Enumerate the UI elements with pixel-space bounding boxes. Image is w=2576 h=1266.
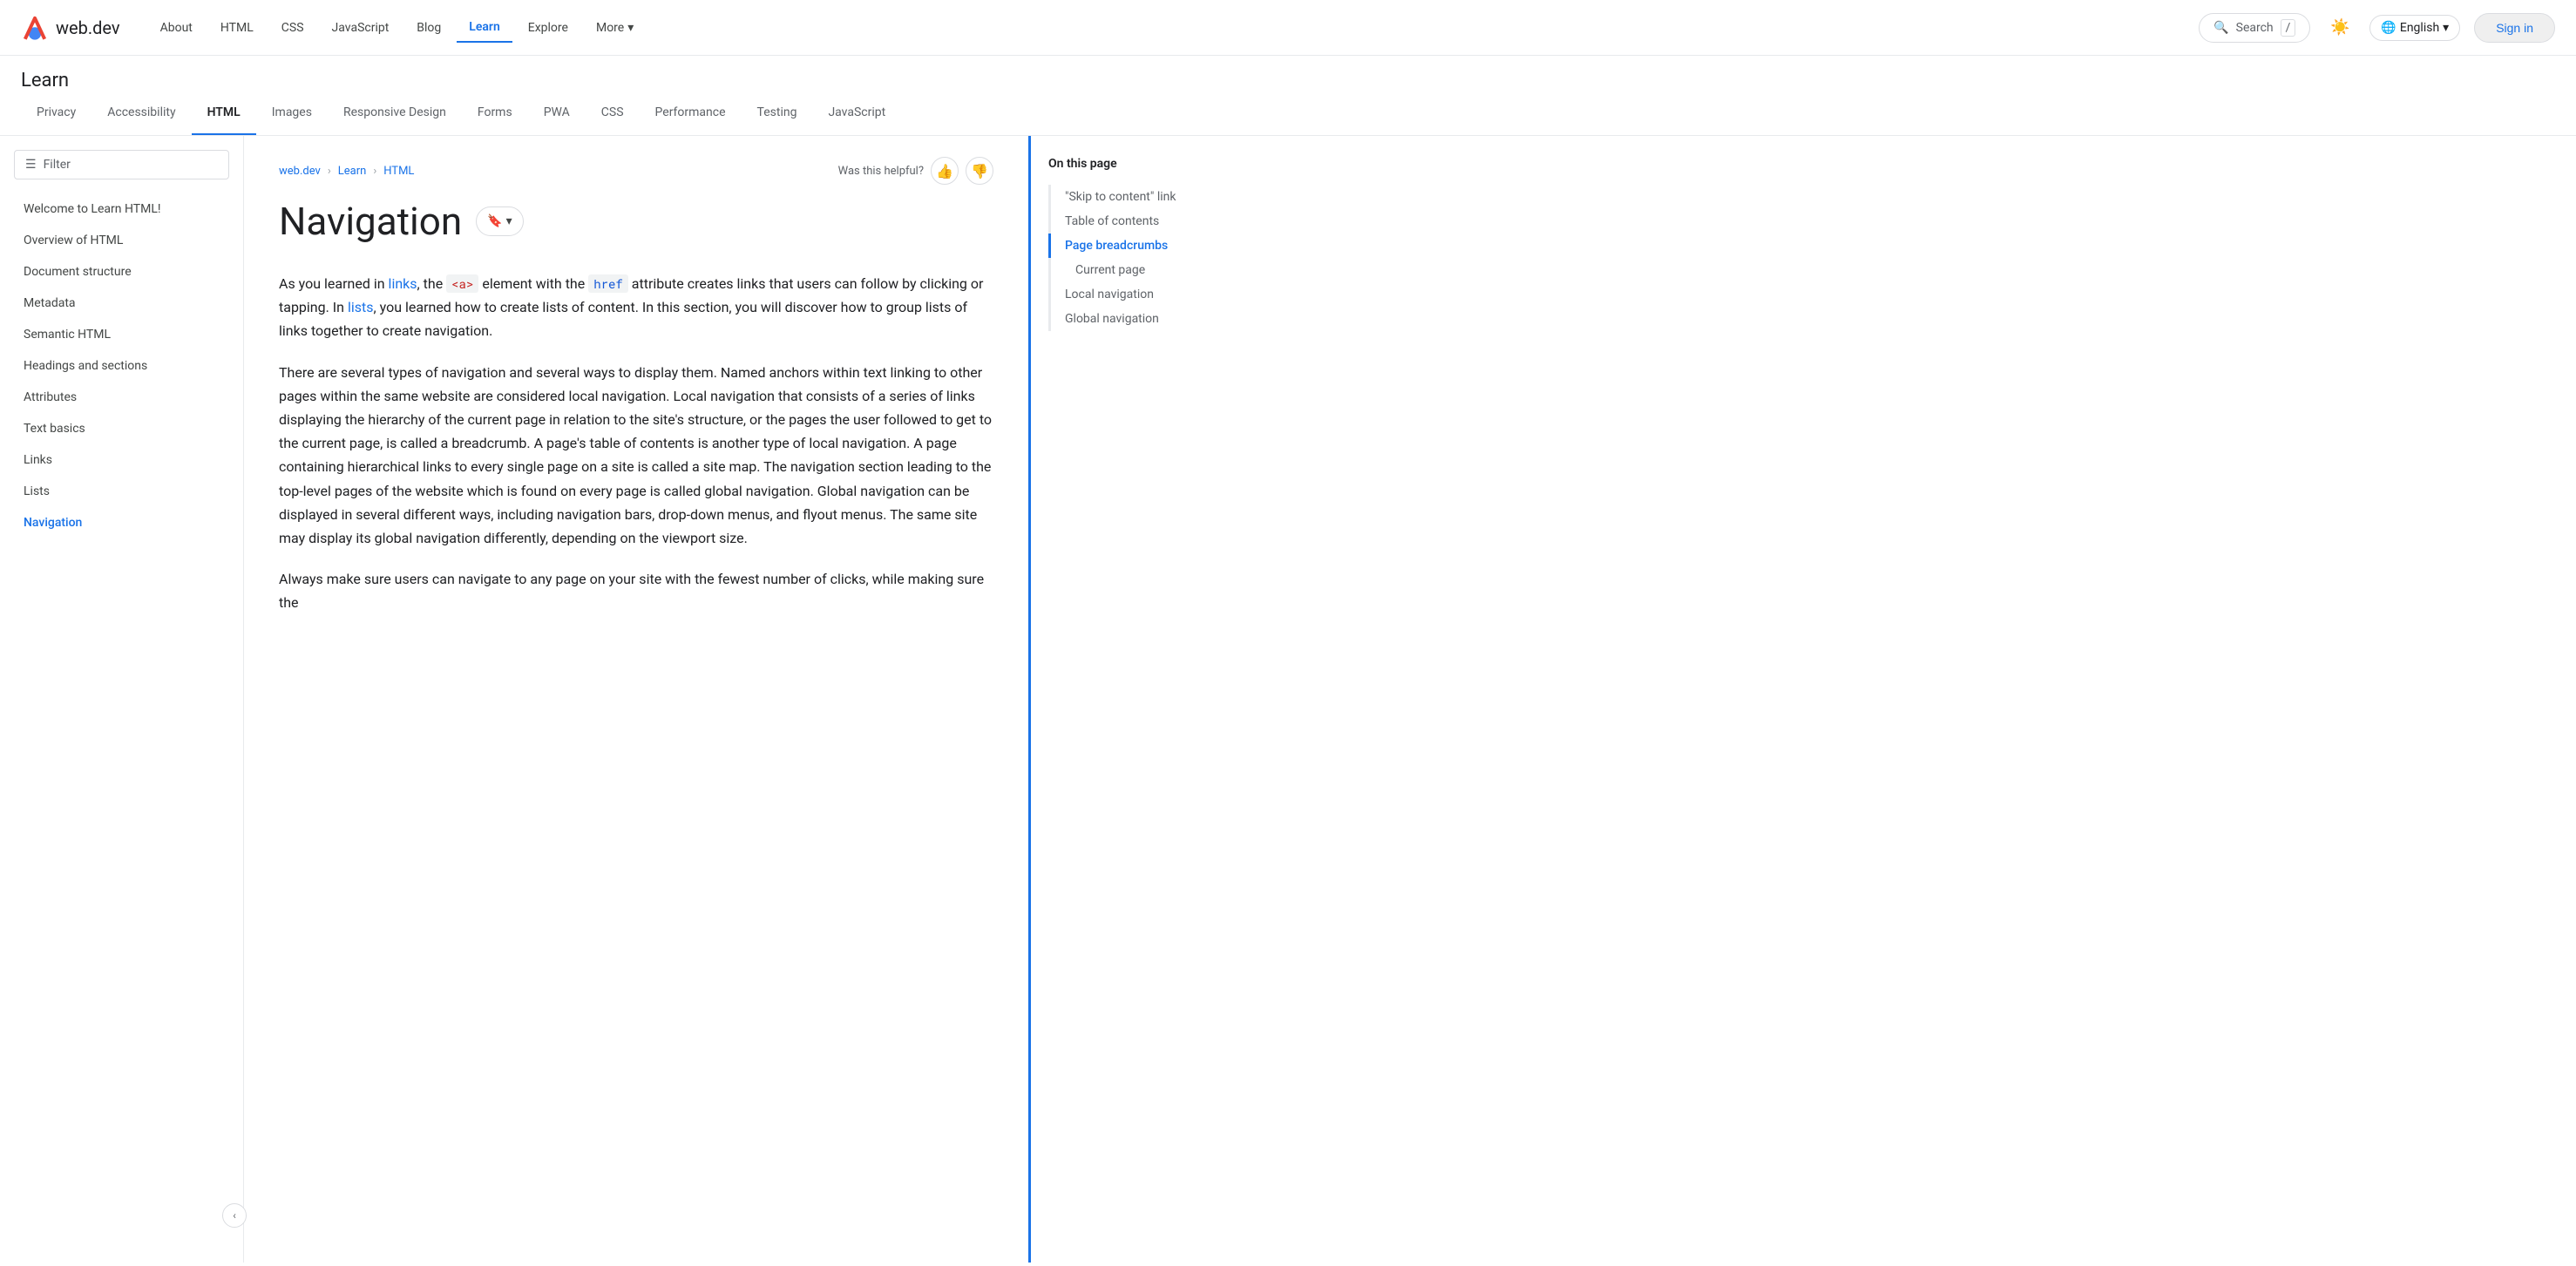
- nav-explore[interactable]: Explore: [516, 14, 580, 42]
- filter-icon: ☰: [25, 158, 37, 172]
- nav-learn[interactable]: Learn: [457, 13, 512, 43]
- search-label: Search: [2236, 21, 2274, 35]
- chevron-down-icon: ▾: [627, 21, 634, 35]
- sidebar-item-headings[interactable]: Headings and sections: [0, 350, 243, 382]
- logo-link[interactable]: web.dev: [21, 14, 120, 42]
- tabs-bar: Privacy Accessibility HTML Images Respon…: [0, 91, 2576, 136]
- language-selector[interactable]: 🌐 English ▾: [2369, 15, 2460, 41]
- tab-accessibility[interactable]: Accessibility: [92, 91, 191, 135]
- learn-header: Learn: [0, 56, 2576, 91]
- top-navigation: web.dev About HTML CSS JavaScript Blog L…: [0, 0, 2576, 56]
- tab-images[interactable]: Images: [256, 91, 328, 135]
- language-label: English: [2400, 21, 2439, 35]
- search-bar[interactable]: 🔍 Search /: [2199, 13, 2310, 43]
- toc-current-page[interactable]: Current page: [1048, 258, 1237, 282]
- toc-skip-to-content[interactable]: "Skip to content" link: [1048, 185, 1237, 209]
- tab-javascript[interactable]: JavaScript: [812, 91, 901, 135]
- breadcrumb-sep-1: ›: [328, 165, 331, 178]
- breadcrumb-html[interactable]: HTML: [383, 165, 414, 178]
- nav-about[interactable]: About: [148, 14, 205, 42]
- page-title: Navigation: [279, 199, 462, 244]
- article-body: As you learned in links, the <a> element…: [279, 272, 993, 614]
- toc-local-navigation[interactable]: Local navigation: [1048, 282, 1237, 307]
- toc-title: On this page: [1048, 157, 1237, 171]
- sidebar-item-overview[interactable]: Overview of HTML: [0, 225, 243, 256]
- sidebar-item-text-basics[interactable]: Text basics: [0, 413, 243, 444]
- bookmark-button[interactable]: 🔖 ▾: [476, 206, 523, 236]
- learn-title: Learn: [21, 70, 2555, 91]
- article-paragraph-1: As you learned in links, the <a> element…: [279, 272, 993, 343]
- thumbs-down-button[interactable]: 👎: [966, 157, 993, 185]
- toc-panel: On this page "Skip to content" link Tabl…: [1028, 136, 1255, 1263]
- sidebar-item-links[interactable]: Links: [0, 444, 243, 476]
- logo-icon: [21, 14, 49, 42]
- nav-links: About HTML CSS JavaScript Blog Learn Exp…: [148, 13, 2200, 43]
- tab-privacy[interactable]: Privacy: [21, 91, 92, 135]
- tab-forms[interactable]: Forms: [462, 91, 528, 135]
- toc-global-navigation[interactable]: Global navigation: [1048, 307, 1237, 331]
- sidebar-item-lists[interactable]: Lists: [0, 476, 243, 507]
- article-paragraph-3: Always make sure users can navigate to a…: [279, 567, 993, 614]
- lists-link[interactable]: lists: [348, 299, 374, 315]
- breadcrumb-webdev[interactable]: web.dev: [279, 165, 321, 178]
- filter-label: Filter: [44, 158, 71, 172]
- breadcrumb-learn[interactable]: Learn: [338, 165, 367, 178]
- search-icon: 🔍: [2213, 21, 2228, 35]
- tab-performance[interactable]: Performance: [640, 91, 742, 135]
- nav-blog[interactable]: Blog: [404, 14, 453, 42]
- main-layout: ☰ Filter Welcome to Learn HTML! Overview…: [0, 136, 2576, 1263]
- filter-bar[interactable]: ☰ Filter: [14, 150, 229, 179]
- sidebar-item-attributes[interactable]: Attributes: [0, 382, 243, 413]
- sign-in-button[interactable]: Sign in: [2474, 13, 2555, 43]
- theme-toggle-button[interactable]: ☀️: [2324, 12, 2356, 44]
- tab-testing[interactable]: Testing: [742, 91, 813, 135]
- bookmark-icon: 🔖: [487, 214, 502, 228]
- bookmark-chevron: ▾: [506, 214, 512, 228]
- tab-html[interactable]: HTML: [192, 91, 256, 135]
- tab-css[interactable]: CSS: [586, 91, 640, 135]
- thumbs-up-button[interactable]: 👍: [931, 157, 959, 185]
- sidebar-item-document-structure[interactable]: Document structure: [0, 256, 243, 288]
- search-shortcut: /: [2281, 19, 2296, 37]
- sidebar: ☰ Filter Welcome to Learn HTML! Overview…: [0, 136, 244, 1263]
- nav-javascript[interactable]: JavaScript: [320, 14, 402, 42]
- a-code: <a>: [446, 274, 478, 293]
- links-link[interactable]: links: [389, 275, 417, 292]
- href-code: href: [588, 274, 628, 293]
- nav-css[interactable]: CSS: [269, 14, 316, 42]
- toc-page-breadcrumbs[interactable]: Page breadcrumbs: [1048, 234, 1237, 258]
- helpful-label: Was this helpful?: [838, 165, 924, 178]
- sidebar-item-metadata[interactable]: Metadata: [0, 288, 243, 319]
- tab-pwa[interactable]: PWA: [528, 91, 586, 135]
- sidebar-item-semantic-html[interactable]: Semantic HTML: [0, 319, 243, 350]
- globe-icon: 🌐: [2381, 21, 2396, 35]
- sidebar-item-welcome[interactable]: Welcome to Learn HTML!: [0, 193, 243, 225]
- sidebar-collapse-button[interactable]: ‹: [222, 1203, 247, 1228]
- nav-more[interactable]: More ▾: [584, 14, 646, 42]
- content-area: web.dev › Learn › HTML Was this helpful?…: [244, 136, 1028, 1263]
- tab-responsive-design[interactable]: Responsive Design: [328, 91, 462, 135]
- article-paragraph-2: There are several types of navigation an…: [279, 361, 993, 551]
- breadcrumb-sep-2: ›: [373, 165, 376, 178]
- sidebar-item-navigation[interactable]: Navigation: [0, 507, 243, 538]
- logo-text: web.dev: [56, 17, 120, 38]
- chevron-down-icon: ▾: [2443, 21, 2449, 35]
- helpful-area: Was this helpful? 👍 👎: [838, 157, 993, 185]
- breadcrumb: web.dev › Learn › HTML Was this helpful?…: [279, 136, 993, 199]
- page-title-area: Navigation 🔖 ▾: [279, 199, 993, 244]
- nav-right: 🔍 Search / ☀️ 🌐 English ▾ Sign in: [2199, 12, 2555, 44]
- nav-html[interactable]: HTML: [208, 14, 266, 42]
- toc-table-of-contents[interactable]: Table of contents: [1048, 209, 1237, 234]
